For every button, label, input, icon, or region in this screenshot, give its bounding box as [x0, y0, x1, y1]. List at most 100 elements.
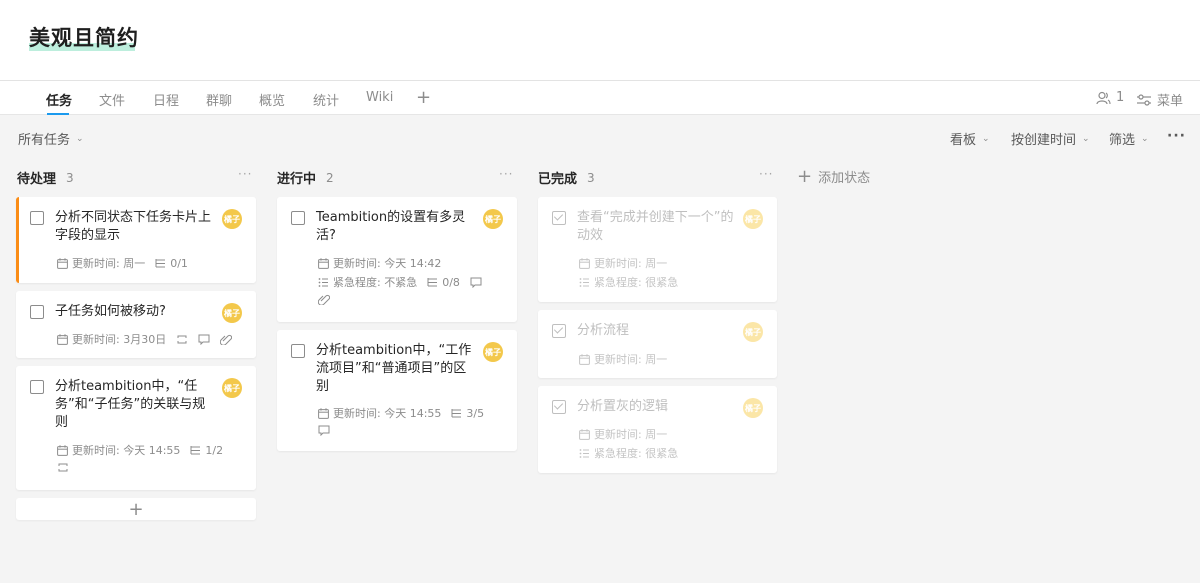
- subtask-count: 3/5: [466, 406, 485, 420]
- add-task-button[interactable]: +: [16, 498, 256, 520]
- task-card[interactable]: 子任务如何被移动? 橘子 更新时间: 3月30日: [16, 291, 256, 358]
- all-tasks-label: 所有任务: [18, 133, 71, 148]
- task-checkbox[interactable]: [30, 380, 44, 394]
- task-checkbox-checked[interactable]: [552, 400, 566, 414]
- comment-icon: [198, 334, 210, 345]
- tab-overview[interactable]: 概览: [259, 90, 285, 109]
- tab-group-chat[interactable]: 群聊: [206, 90, 232, 109]
- tab-files[interactable]: 文件: [99, 90, 125, 109]
- task-meta: 更新时间: 今天 14:42: [318, 255, 441, 271]
- task-checkbox[interactable]: [30, 305, 44, 319]
- menu-label: 菜单: [1157, 94, 1184, 109]
- task-card[interactable]: 分析流程 橘子 更新时间: 周一: [538, 310, 777, 378]
- subtask-icon: [190, 445, 201, 454]
- add-tab-icon[interactable]: +: [416, 87, 431, 108]
- tab-tasks[interactable]: 任务: [46, 90, 72, 109]
- avatar[interactable]: 橘子: [483, 209, 503, 229]
- task-meta: 紧急程度: 很紧急: [579, 274, 678, 290]
- attachment-icon: [318, 294, 330, 305]
- task-meta: 更新时间: 今天 14:55 1/2: [57, 442, 223, 458]
- sort-dropdown[interactable]: 按创建时间 ⌄: [1011, 129, 1090, 148]
- tab-statistics[interactable]: 统计: [313, 90, 339, 109]
- filter-label: 筛选: [1109, 133, 1136, 148]
- column-more-icon[interactable]: ···: [759, 167, 773, 181]
- filter-dropdown[interactable]: 筛选 ⌄: [1109, 129, 1149, 148]
- task-title: 分析teambition中，“工作流项目”和“普通项目”的区别: [316, 343, 472, 394]
- more-options-icon[interactable]: ···: [1167, 128, 1186, 144]
- members-button[interactable]: 1: [1096, 90, 1124, 105]
- urgency-level: 紧急程度: 很紧急: [594, 276, 679, 289]
- tab-wiki[interactable]: Wiki: [366, 90, 393, 105]
- updated-time: 更新时间: 今天 14:42: [333, 257, 442, 270]
- avatar[interactable]: 橘子: [483, 342, 503, 362]
- all-tasks-dropdown[interactable]: 所有任务 ⌄: [18, 129, 84, 148]
- avatar[interactable]: 橘子: [743, 209, 763, 229]
- task-title: 分析不同状态下任务卡片上字段的显示: [55, 210, 212, 243]
- subtask-count: 0/8: [442, 275, 460, 289]
- menu-button[interactable]: 菜单: [1136, 90, 1183, 109]
- task-meta: 紧急程度: 不紧急 0/8: [318, 274, 482, 290]
- task-card[interactable]: 分析不同状态下任务卡片上字段的显示 橘子 更新时间: 周一 0/1: [16, 197, 256, 283]
- task-checkbox-checked[interactable]: [552, 324, 566, 338]
- task-meta: [318, 294, 330, 305]
- task-card[interactable]: 分析置灰的逻辑 橘子 更新时间: 周一 紧急程度: 很紧急: [538, 386, 777, 473]
- task-title: 分析流程: [577, 323, 630, 338]
- menu-settings-icon: [1137, 93, 1151, 106]
- updated-time: 更新时间: 3月30日: [72, 333, 167, 346]
- subtask-count: 0/1: [170, 256, 188, 270]
- task-card[interactable]: 查看“完成并创建下一个”的动效 橘子 更新时间: 周一 紧急程度: 很紧急: [538, 197, 777, 302]
- subtask-icon: [427, 277, 438, 286]
- repeat-icon: [177, 335, 187, 343]
- task-meta: 更新时间: 周一 0/1: [57, 255, 188, 271]
- task-meta: 更新时间: 3月30日: [57, 331, 233, 347]
- members-count: 1: [1116, 90, 1125, 105]
- urgency-level: 紧急程度: 很紧急: [594, 447, 679, 460]
- column-header-todo: 待处理 3: [17, 168, 74, 188]
- task-card[interactable]: 分析teambition中，“工作流项目”和“普通项目”的区别 橘子 更新时间:…: [277, 330, 517, 451]
- task-meta: [318, 425, 330, 436]
- updated-time: 更新时间: 今天 14:55: [333, 407, 442, 420]
- avatar[interactable]: 橘子: [222, 303, 242, 323]
- column-more-icon[interactable]: ···: [238, 167, 252, 181]
- calendar-icon: [579, 353, 590, 365]
- updated-time: 更新时间: 周一: [594, 257, 668, 270]
- subtask-count: 1/2: [205, 443, 224, 457]
- plus-icon: +: [128, 498, 144, 520]
- task-meta: 更新时间: 今天 14:55 3/5: [318, 405, 484, 421]
- tab-bar: 任务 文件 日程 群聊 概览 统计 Wiki + 1 菜单: [0, 80, 1200, 115]
- chevron-down-icon: ⌄: [982, 133, 990, 144]
- column-count: 3: [587, 170, 595, 185]
- avatar[interactable]: 橘子: [743, 322, 763, 342]
- updated-time: 更新时间: 今天 14:55: [72, 444, 181, 457]
- task-card[interactable]: Teambition的设置有多灵活? 橘子 更新时间: 今天 14:42 紧急程…: [277, 197, 517, 322]
- task-checkbox-checked[interactable]: [552, 211, 566, 225]
- add-status-label: 添加状态: [818, 171, 871, 186]
- task-card[interactable]: 分析teambition中，“任务”和“子任务”的关联与规则 橘子 更新时间: …: [16, 366, 256, 490]
- calendar-icon: [318, 257, 329, 269]
- column-count: 2: [326, 170, 334, 185]
- plus-icon: +: [797, 165, 813, 187]
- chevron-down-icon: ⌄: [76, 133, 84, 144]
- chevron-down-icon: ⌄: [1082, 133, 1090, 144]
- task-title: Teambition的设置有多灵活?: [316, 210, 466, 243]
- tab-schedule[interactable]: 日程: [153, 90, 179, 109]
- add-status-button[interactable]: + 添加状态: [797, 167, 870, 186]
- task-meta: 更新时间: 周一: [579, 351, 667, 367]
- urgency-icon: [579, 448, 589, 458]
- task-checkbox[interactable]: [30, 211, 44, 225]
- task-checkbox[interactable]: [291, 211, 305, 225]
- updated-time: 更新时间: 周一: [594, 353, 668, 366]
- task-checkbox[interactable]: [291, 344, 305, 358]
- column-header-done: 已完成 3: [538, 168, 595, 188]
- column-count: 3: [66, 170, 74, 185]
- comment-icon: [470, 277, 482, 288]
- active-tab-indicator: [47, 113, 69, 115]
- calendar-icon: [57, 257, 68, 269]
- avatar[interactable]: 橘子: [743, 398, 763, 418]
- view-dropdown[interactable]: 看板 ⌄: [950, 129, 990, 148]
- avatar[interactable]: 橘子: [222, 209, 242, 229]
- task-title: 子任务如何被移动?: [55, 304, 166, 319]
- column-more-icon[interactable]: ···: [499, 167, 513, 181]
- column-header-in-progress: 进行中 2: [277, 168, 334, 188]
- avatar[interactable]: 橘子: [222, 378, 242, 398]
